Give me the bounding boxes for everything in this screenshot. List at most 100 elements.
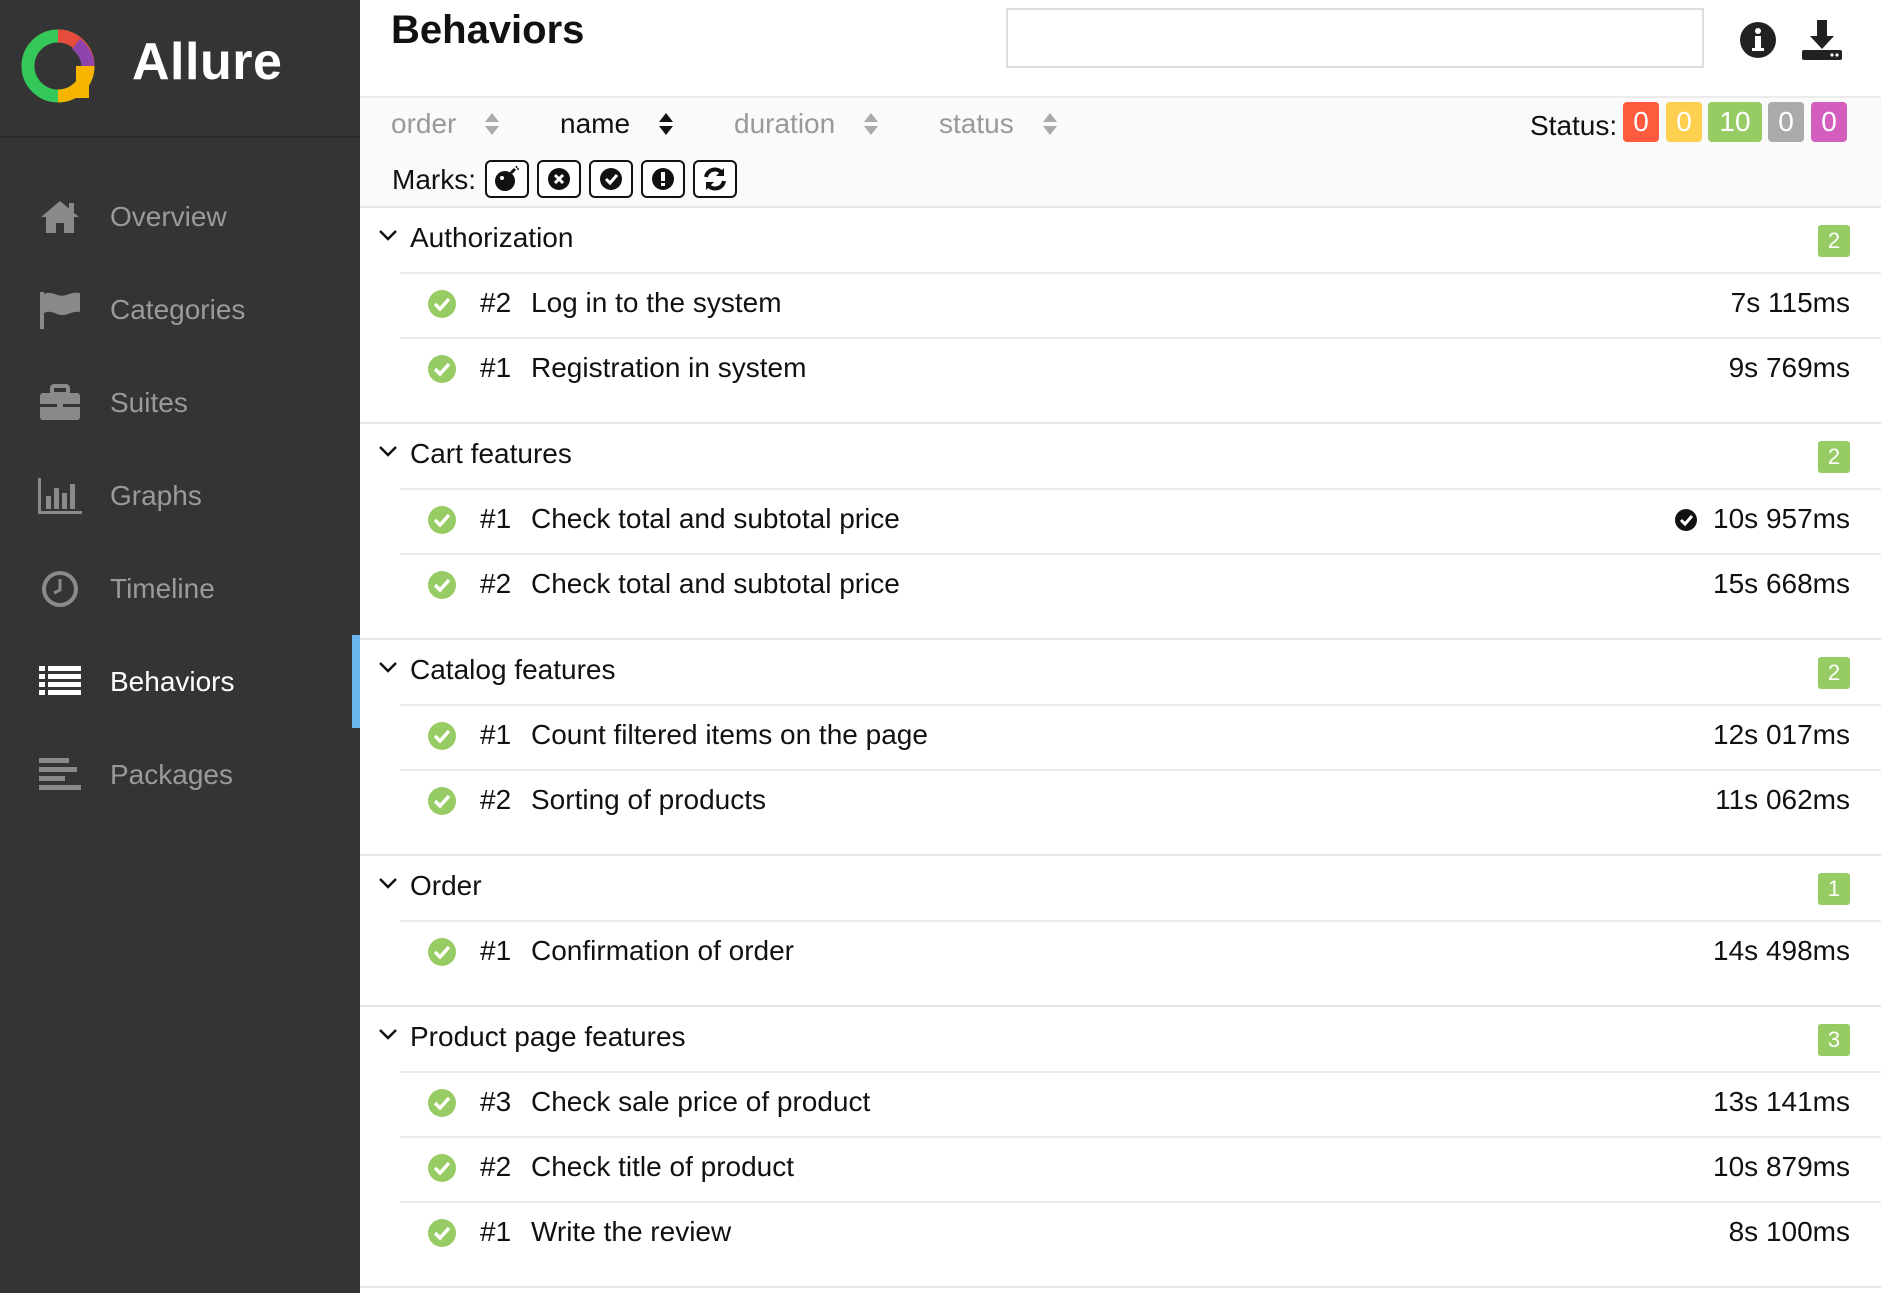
group-count-badge: 2: [1818, 225, 1850, 257]
passed-status-icon: [428, 787, 456, 815]
group-name: Order: [410, 870, 482, 901]
test-list: #3 Check sale price of product 13s 141ms #2…: [360, 1071, 1881, 1286]
download-icon[interactable]: [1800, 18, 1844, 62]
behavior-group: Authorization 2 #2 Log in to the system 7s 1…: [360, 208, 1881, 424]
test-number: #2: [480, 784, 512, 815]
test-number: #1: [480, 719, 512, 750]
app-name: Allure: [132, 33, 283, 91]
sort-duration-button[interactable]: duration: [734, 108, 879, 140]
home-icon: [36, 193, 84, 241]
sidebar-nav: Overview Categories Suites Graphs Timeli…: [0, 170, 360, 821]
group-count-badge: 1: [1818, 873, 1850, 905]
test-row[interactable]: #2 Check total and subtotal price 15s 668m…: [400, 553, 1881, 618]
test-row[interactable]: #3 Check sale price of product 13s 141ms: [400, 1071, 1881, 1136]
test-name: Confirmation of order: [531, 935, 795, 966]
sort-name-button[interactable]: name: [560, 108, 674, 140]
test-duration: 7s 115ms: [1730, 287, 1850, 318]
sidebar-item-behaviors[interactable]: Behaviors: [0, 635, 360, 728]
test-row[interactable]: #1 Check total and subtotal price 10s 957m…: [400, 488, 1881, 553]
mark-flaky-button[interactable]: [641, 160, 685, 198]
test-duration: 13s 141ms: [1713, 1086, 1850, 1117]
chevron-down-icon: [379, 878, 397, 889]
sidebar-item-suites[interactable]: Suites: [0, 356, 360, 449]
behavior-group: Order 1 #1 Confirmation of order 14s 498ms: [360, 856, 1881, 1007]
test-name: Write the review: [531, 1216, 732, 1247]
test-row[interactable]: #1 Confirmation of order 14s 498ms: [400, 920, 1881, 985]
sidebar-item-label: Graphs: [110, 479, 202, 511]
group-header[interactable]: Product page features 3: [360, 1007, 1881, 1071]
sidebar-item-label: Overview: [110, 200, 227, 232]
passed-status-icon: [428, 571, 456, 599]
status-failed-badge[interactable]: 0: [1623, 102, 1659, 142]
test-name: Check title of product: [531, 1151, 795, 1182]
sidebar-item-graphs[interactable]: Graphs: [0, 449, 360, 542]
status-broken-badge[interactable]: 0: [1666, 102, 1702, 142]
group-name: Product page features: [410, 1021, 686, 1052]
main-content: Behaviors order name duration status Sta…: [360, 0, 1881, 1293]
search-input[interactable]: [1006, 8, 1704, 68]
passed-status-icon: [428, 722, 456, 750]
mark-retries-button[interactable]: [693, 160, 737, 198]
passed-status-icon: [428, 1154, 456, 1182]
brand[interactable]: Allure: [0, 0, 360, 138]
test-row[interactable]: #1 Registration in system 9s 769ms: [400, 337, 1881, 402]
test-duration: 14s 498ms: [1713, 935, 1850, 966]
test-row[interactable]: #2 Check title of product 10s 879ms: [400, 1136, 1881, 1201]
test-duration: 10s 957ms: [1713, 503, 1850, 534]
mark-new-broken-button[interactable]: [537, 160, 581, 198]
test-number: #1: [480, 503, 512, 534]
sidebar-item-overview[interactable]: Overview: [0, 170, 360, 263]
info-icon[interactable]: [1736, 18, 1780, 62]
bar-chart-icon: [36, 472, 84, 520]
test-row[interactable]: #1 Write the review 8s 100ms: [400, 1201, 1881, 1266]
sort-status-button[interactable]: status: [939, 108, 1058, 140]
marks-label: Marks:: [392, 164, 476, 195]
mark-new-passed-button[interactable]: [589, 160, 633, 198]
sidebar-item-label: Categories: [110, 293, 246, 325]
group-name: Catalog features: [410, 654, 616, 685]
page-title: Behaviors: [391, 8, 585, 52]
test-duration: 11s 062ms: [1715, 784, 1850, 815]
sidebar-item-label: Timeline: [110, 572, 215, 604]
status-skipped-badge[interactable]: 0: [1768, 102, 1804, 142]
mark-new-failed-button[interactable]: [485, 160, 529, 198]
times-circle-icon: [548, 168, 570, 190]
test-duration: 15s 668ms: [1713, 568, 1850, 599]
test-name: Count filtered items on the page: [531, 719, 928, 750]
status-filter-label: Status:: [1530, 110, 1618, 141]
status-unknown-badge[interactable]: 0: [1811, 102, 1847, 142]
sort-filter-bar: order name duration status Status: 0 0 1…: [360, 98, 1881, 208]
passed-status-icon: [428, 355, 456, 383]
sidebar-item-packages[interactable]: Packages: [0, 728, 360, 821]
sidebar-item-label: Suites: [110, 386, 188, 418]
test-row[interactable]: #2 Log in to the system 7s 115ms: [400, 272, 1881, 337]
sort-label: order: [391, 108, 457, 139]
status-passed-badge[interactable]: 10: [1708, 102, 1762, 142]
chevron-down-icon: [379, 446, 397, 457]
clock-icon: [36, 565, 84, 613]
behavior-group: Product page features 3 #3 Check sale price…: [360, 1007, 1881, 1288]
sidebar-item-categories[interactable]: Categories: [0, 263, 360, 356]
check-circle-icon: [600, 168, 622, 190]
briefcase-icon: [36, 379, 84, 427]
group-count-badge: 2: [1818, 441, 1850, 473]
sort-icon: [1042, 113, 1057, 135]
flag-icon: [36, 286, 84, 334]
group-header[interactable]: Authorization 2: [360, 208, 1881, 272]
test-list: #1 Count filtered items on the page 12s 01…: [360, 704, 1881, 854]
test-row[interactable]: #1 Count filtered items on the page 12s 01…: [400, 704, 1881, 769]
sort-order-button[interactable]: order: [391, 108, 500, 140]
test-row[interactable]: #2 Sorting of products 11s 062ms: [400, 769, 1881, 834]
group-header[interactable]: Cart features 2: [360, 424, 1881, 488]
test-name: Check total and subtotal price: [531, 568, 900, 599]
list-icon: [36, 658, 84, 706]
test-number: #3: [480, 1086, 512, 1117]
test-number: #2: [480, 1151, 512, 1182]
sidebar-item-label: Packages: [110, 758, 233, 790]
sidebar-item-timeline[interactable]: Timeline: [0, 542, 360, 635]
refresh-icon: [704, 167, 726, 191]
behavior-group: Cart features 2 #1 Check total and subtotal…: [360, 424, 1881, 640]
group-name: Authorization: [410, 222, 574, 253]
group-header[interactable]: Catalog features 2: [360, 640, 1881, 704]
group-header[interactable]: Order 1: [360, 856, 1881, 920]
